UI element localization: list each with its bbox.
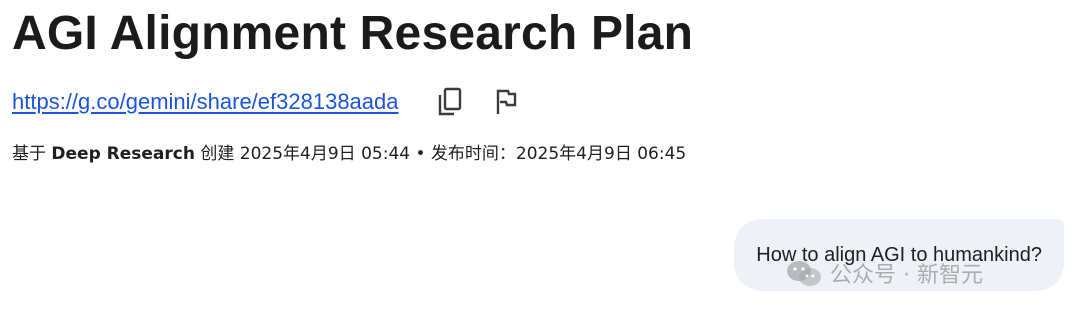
meta-tool-name: Deep Research bbox=[51, 144, 195, 164]
user-message-bubble: How to align AGI to humankind? bbox=[734, 219, 1064, 291]
user-message-text: How to align AGI to humankind? bbox=[756, 243, 1042, 266]
share-link[interactable]: https://g.co/gemini/share/ef328138aada bbox=[12, 89, 399, 115]
share-metadata: 基于 Deep Research 创建 2025年4月9日 05:44 • 发布… bbox=[12, 139, 686, 164]
share-link-row: https://g.co/gemini/share/ef328138aada bbox=[12, 84, 523, 120]
meta-created-label: 创建 bbox=[194, 144, 240, 164]
copy-icon bbox=[438, 87, 461, 116]
meta-created-date: 2025年4月9日 05:44 bbox=[239, 144, 411, 164]
meta-prefix: 基于 bbox=[12, 144, 52, 164]
flag-icon bbox=[496, 89, 516, 114]
meta-published-label: 发布时间： bbox=[430, 144, 516, 164]
shared-chat-page: AGI Alignment Research Plan https://g.co… bbox=[0, 0, 1080, 317]
copy-link-button[interactable] bbox=[433, 85, 467, 119]
report-button[interactable] bbox=[489, 85, 523, 119]
page-title: AGI Alignment Research Plan bbox=[12, 7, 694, 60]
meta-published-date: 2025年4月9日 06:45 bbox=[515, 144, 687, 164]
meta-separator: • bbox=[410, 144, 431, 164]
